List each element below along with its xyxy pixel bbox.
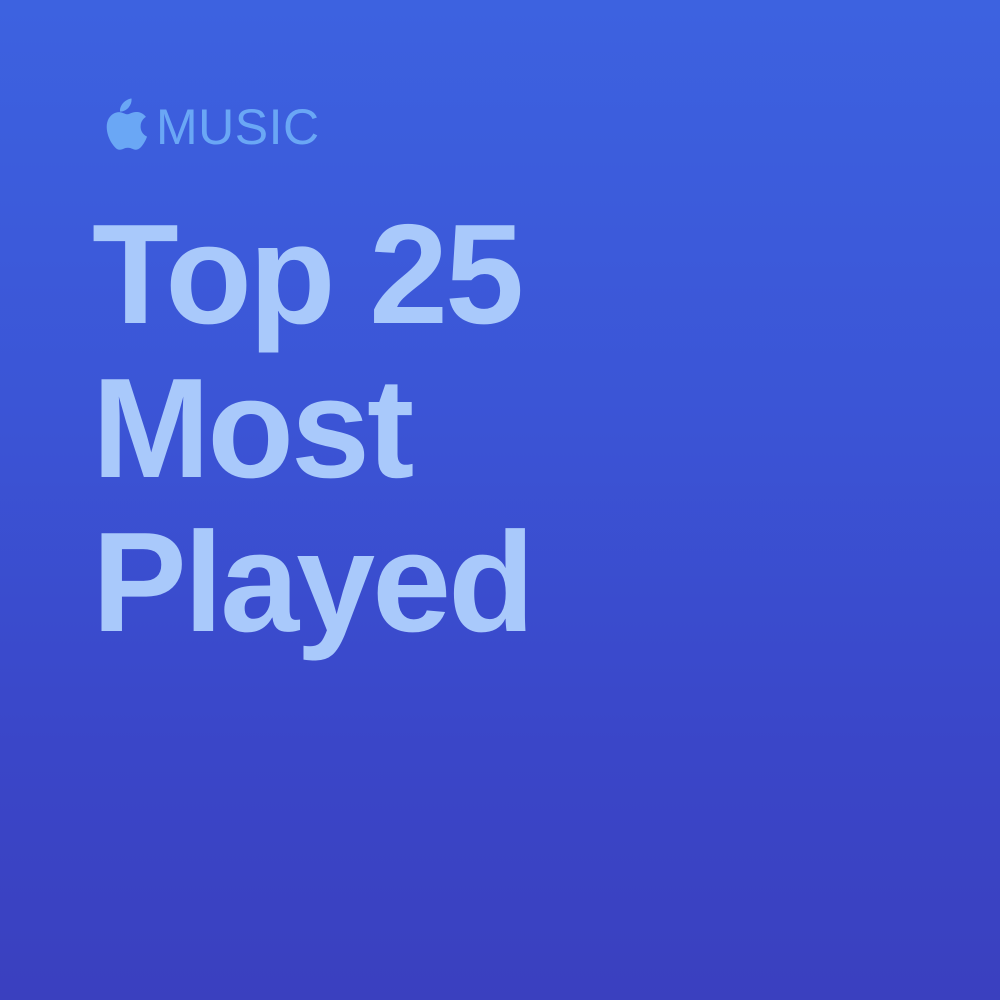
title-line-1: Top 25 [92,195,524,354]
playlist-cover: MUSIC Top 25 Most Played [0,0,1000,1000]
apple-music-brand: MUSIC [98,96,320,158]
title-line-2: Most [92,349,414,508]
title-line-3: Played [92,503,535,662]
apple-logo-icon [106,98,147,150]
brand-label: MUSIC [156,99,320,155]
playlist-title: Top 25 Most Played [92,195,535,662]
